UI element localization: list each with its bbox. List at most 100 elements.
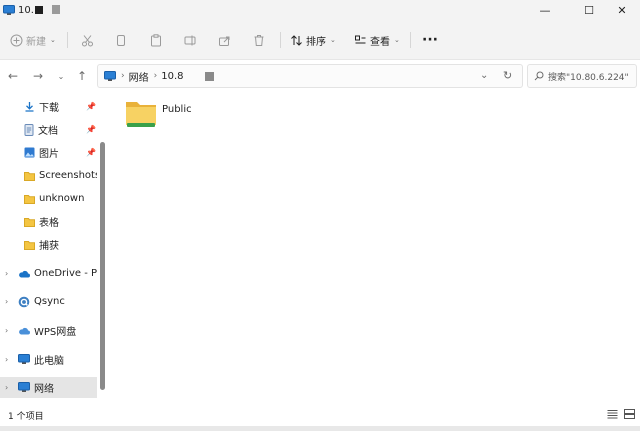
minimize-button[interactable]: — [527,0,563,20]
rename-icon [184,34,197,47]
up-button[interactable]: ↑ [72,60,92,92]
forward-button[interactable]: → [28,60,48,92]
sort-label: 排序 [306,36,326,48]
sidebar-item-screenshots[interactable]: Screenshots [0,165,97,186]
window-bottom-edge [0,426,640,431]
close-icon: ✕ [617,3,627,17]
address-bar[interactable]: › 网络 › 10.8 ⌄ ↻ [97,64,523,88]
toolbar-divider [410,32,411,48]
redaction-mark [34,6,43,14]
folder-shared-icon [124,98,158,130]
search-input[interactable]: 搜索"10.80.6.224" [548,70,629,83]
sort-button[interactable]: 排序 ⌄ [290,20,336,60]
toolbar-divider [67,32,68,48]
arrow-right-icon: → [32,69,44,83]
file-list: Public [108,92,640,402]
refresh-icon[interactable]: ↻ [503,69,512,82]
chevron-down-icon: ⌄ [394,36,400,44]
search-icon [534,71,544,81]
paste-button[interactable] [150,20,162,60]
sidebar-item-this-pc[interactable]: › 此电脑 [0,349,97,370]
chevron-down-icon: ⌄ [57,71,65,81]
sidebar-item-downloads[interactable]: 下载 📌 [0,96,97,117]
navigation-pane: 下载 📌 文档 📌 图片 📌 Screenshots unknown 表格 捕获… [0,92,107,402]
sidebar-item-label: 捕获 [39,241,59,252]
pin-icon[interactable]: 📌 [86,148,96,157]
search-box[interactable]: 搜索"10.80.6.224" [527,64,637,88]
redaction-mark [52,5,60,14]
sidebar-item-documents[interactable]: 文档 📌 [0,119,97,140]
folder-icon [24,194,35,204]
cut-button[interactable] [81,20,94,60]
tab-title: 10. [18,4,34,16]
chevron-right-icon[interactable]: › [5,269,8,278]
share-button[interactable] [218,20,231,60]
chevron-right-icon[interactable]: › [5,326,8,335]
toolbar-divider [280,32,281,48]
navigation-row: ← → ⌄ ↑ › 网络 › 10.8 ⌄ ↻ 搜索"10.80.6.224" [0,60,640,92]
redaction-mark [205,71,215,81]
scissors-icon [81,34,94,47]
file-explorer-window: 10. — ☐ ✕ 新建 ⌄ 排序 ⌄ 查看 ⌄ ··· ← → ⌄ ↑ › 网… [0,0,640,431]
pin-icon[interactable]: 📌 [86,125,96,134]
view-icon [354,34,367,47]
chevron-right-icon[interactable]: › [5,355,8,364]
sidebar-item-pictures[interactable]: 图片 📌 [0,142,97,163]
address-history-chevron-icon[interactable]: ⌄ [480,70,488,81]
arrow-up-icon: ↑ [76,69,88,83]
sidebar-item-label: unknown [39,193,85,204]
sidebar-item-label: Screenshots [39,170,97,181]
sidebar-item-capture[interactable]: 捕获 [0,234,97,255]
picture-icon [24,147,35,158]
sidebar-scrollbar-thumb[interactable] [100,142,105,390]
view-button[interactable]: 查看 ⌄ [354,20,400,60]
document-icon [24,123,34,136]
back-button[interactable]: ← [3,60,23,92]
sidebar-item-label: 下载 [39,103,59,114]
sidebar-item-label: Qsync [34,296,65,307]
sidebar-item-label: 表格 [39,218,59,229]
breadcrumb-chevron-icon: › [153,71,158,81]
more-options-button[interactable]: ··· [422,20,438,60]
delete-button[interactable] [253,20,265,60]
view-label: 查看 [370,36,390,48]
sidebar-item-label: 网络 [34,384,54,395]
sidebar-item-label: 此电脑 [34,356,64,367]
copy-button[interactable] [115,20,127,60]
folder-icon [24,171,35,181]
sidebar-item-unknown[interactable]: unknown [0,188,97,209]
sidebar-item-network[interactable]: › 网络 [0,377,97,398]
details-view-icon [607,409,618,419]
trash-icon [253,34,265,47]
cloud-icon [18,326,30,335]
sidebar-item-label: 文档 [38,126,58,137]
copy-icon [115,34,127,47]
close-button[interactable]: ✕ [604,0,640,20]
sidebar-item-qsync[interactable]: › Qsync [0,291,97,312]
file-item-public[interactable]: Public [124,98,192,130]
breadcrumb-network[interactable]: 网络 [129,69,149,84]
sidebar-item-tables[interactable]: 表格 [0,211,97,232]
chevron-right-icon[interactable]: › [5,383,8,392]
monitor-icon [104,70,116,82]
details-view-button[interactable] [605,407,619,421]
sidebar-item-onedrive[interactable]: › OneDrive - Pers [0,263,97,284]
recent-locations-button[interactable]: ⌄ [51,60,71,92]
breadcrumb-host[interactable]: 10.8 [161,71,183,82]
new-label: 新建 [26,36,46,48]
new-button[interactable]: 新建 ⌄ [10,20,56,60]
sidebar-item-wps-drive[interactable]: › WPS网盘 [0,320,97,341]
pin-icon[interactable]: 📌 [86,102,96,111]
breadcrumb-chevron-icon: › [121,71,125,81]
rename-button[interactable] [184,20,197,60]
qsync-icon [18,296,30,308]
folder-icon [24,240,35,250]
computer-icon [18,354,30,365]
file-name: Public [162,104,192,115]
tiles-view-button[interactable] [622,407,636,421]
command-bar: 新建 ⌄ 排序 ⌄ 查看 ⌄ ··· [0,20,640,60]
maximize-button[interactable]: ☐ [571,0,607,20]
chevron-right-icon[interactable]: › [5,297,8,306]
minimize-icon: — [539,3,551,17]
tiles-view-icon [623,409,635,419]
